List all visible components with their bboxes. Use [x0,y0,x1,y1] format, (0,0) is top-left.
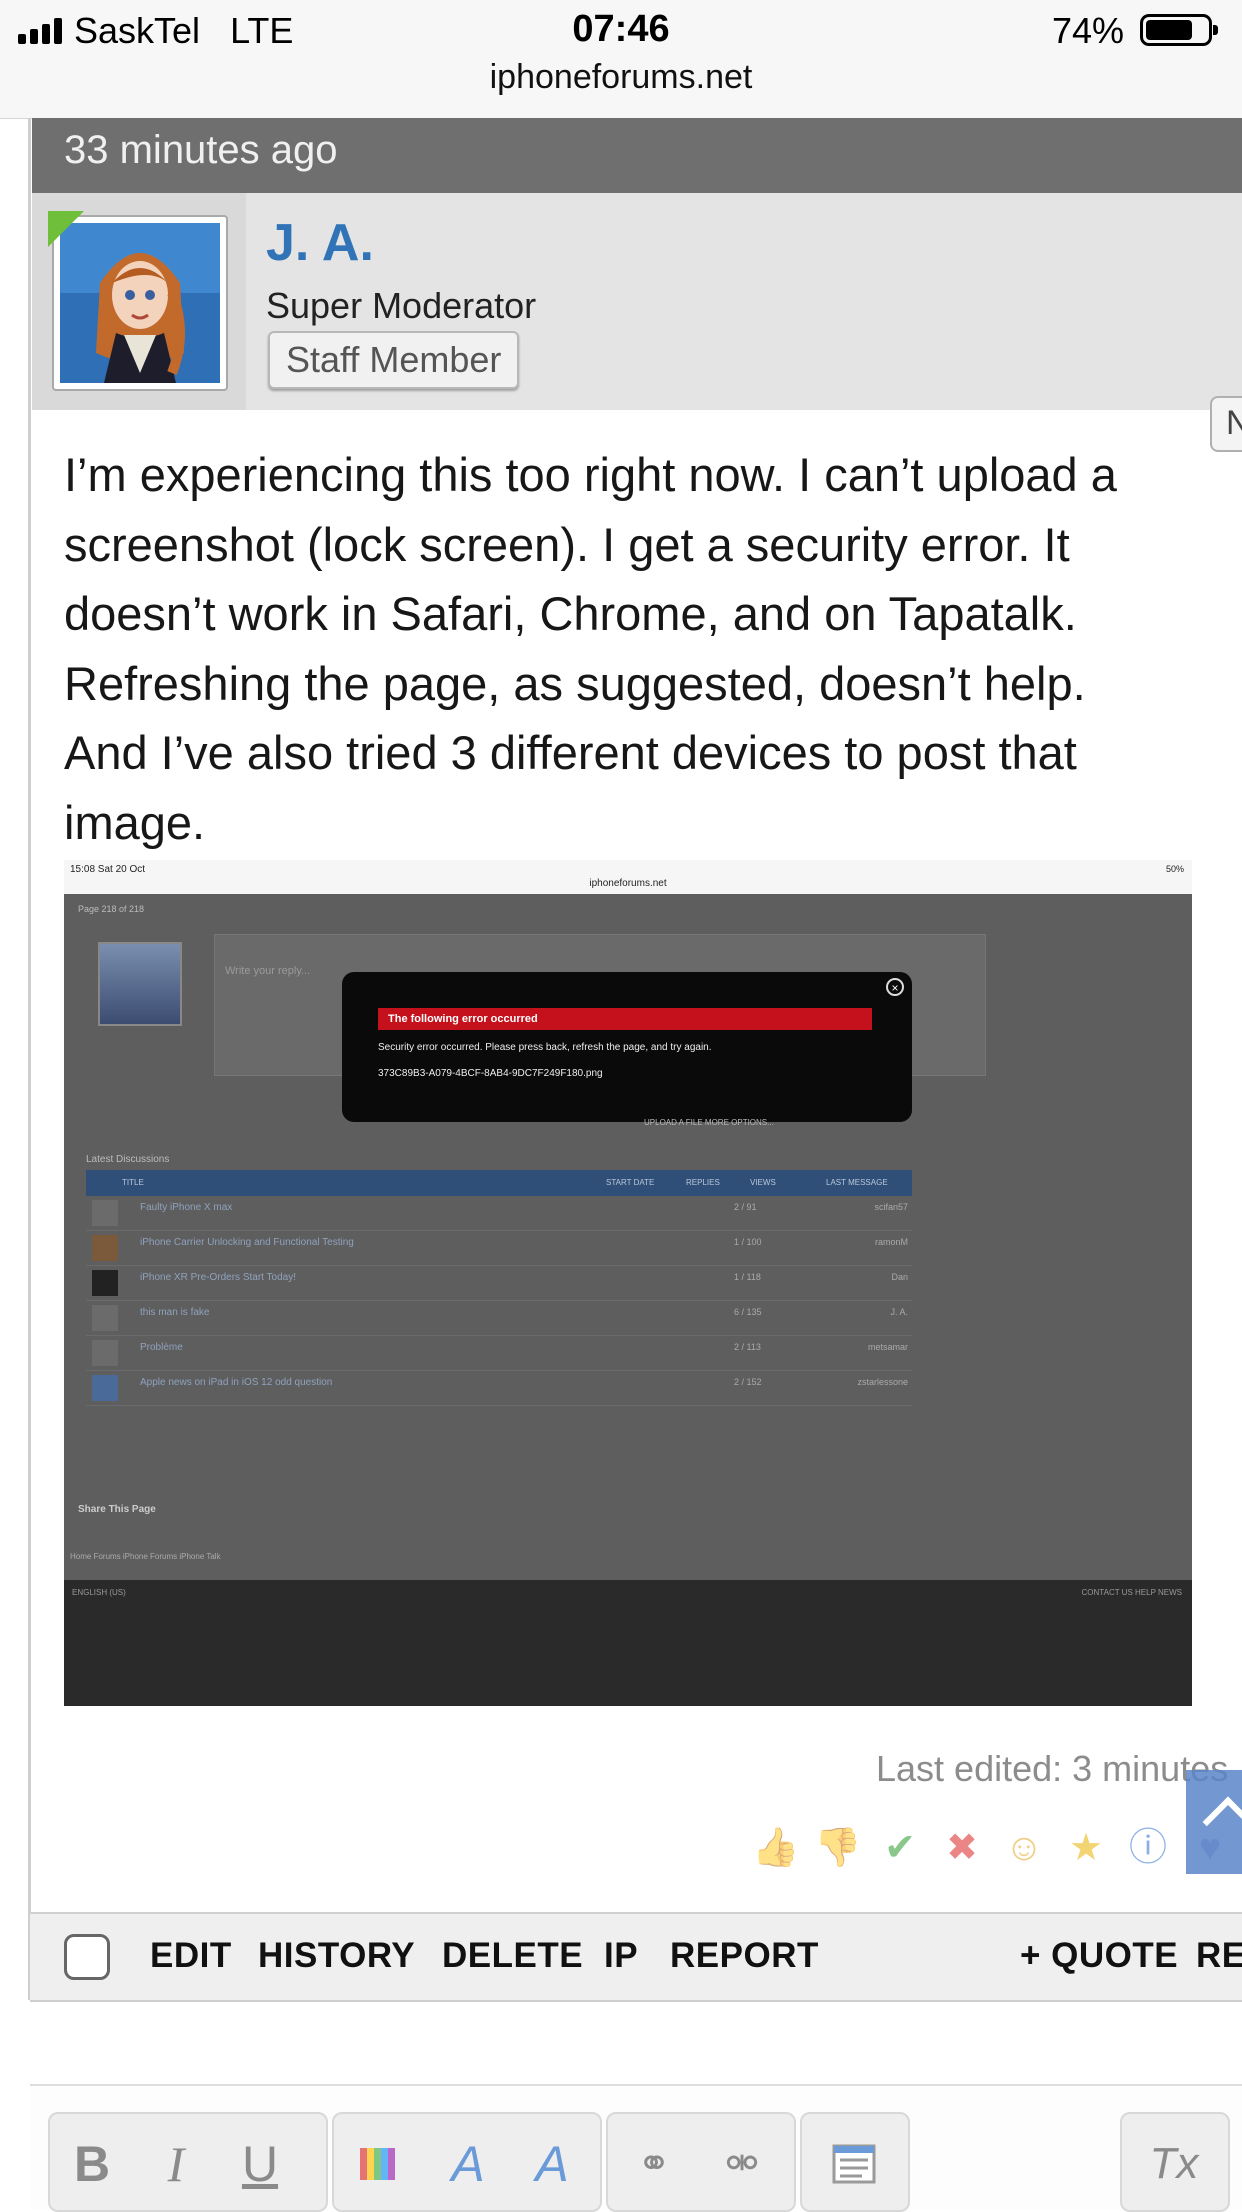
color-palette-icon[interactable] [348,2134,408,2194]
error-title: The following error occurred [378,1008,872,1030]
thumbs-up-icon[interactable]: 👍 [752,1824,800,1872]
staff-badge: Staff Member [268,331,520,389]
screenshot-status-bar: 15:08 Sat 20 Oct iphoneforums.net 50% [64,860,1192,894]
post-line: I’m experiencing this too right now. I c… [64,448,1117,501]
post-timestamp[interactable]: 33 minutes ago [64,128,338,173]
table-row: Apple news on iPad in iOS 12 odd questio… [86,1371,912,1406]
side-tab[interactable]: N [1210,396,1242,452]
error-filename: 373C89B3-A079-4BCF-8AB4-9DC7F249F180.png [378,1068,603,1079]
error-dialog: × The following error occurred Security … [342,972,912,1122]
history-link[interactable]: HISTORY [258,1936,415,1976]
select-post-checkbox[interactable] [64,1934,110,1980]
table-row: Faulty iPhone X max 2 / 91 scifan57 [86,1196,912,1231]
link-group: ⚭ ⚮ [606,2112,796,2212]
check-icon[interactable]: ✔ [876,1824,924,1872]
screenshot-avatar [98,942,182,1026]
error-message: Security error occurred. Please press ba… [378,1042,712,1053]
post-date-bar: 33 minutes ago [32,118,1242,193]
reaction-bar: 👍 👎 ✔ ✖ ☺ ★ ⓘ ♥ [752,1824,1234,1872]
table-row: Problème 2 / 113 metsamar [86,1336,912,1371]
unlink-icon[interactable]: ⚮ [712,2134,772,2194]
close-icon: × [886,978,904,996]
cross-icon[interactable]: ✖ [938,1824,986,1872]
italic-button[interactable]: I [146,2134,206,2194]
ip-link[interactable]: IP [604,1936,638,1976]
post-message: I’m experiencing this too right now. I c… [64,440,1214,857]
scroll-to-top-button[interactable] [1186,1770,1242,1874]
font-size-icon[interactable]: A [438,2134,498,2194]
star-icon[interactable]: ★ [1062,1824,1110,1872]
table-row: this man is fake 6 / 135 J. A. [86,1301,912,1336]
avatar-column [32,193,246,410]
post-line: doesn’t work in Safari, Chrome, and on T… [64,587,1077,640]
battery-icon [1140,14,1218,46]
online-indicator [48,211,84,247]
edit-link[interactable]: EDIT [150,1936,232,1976]
link-icon[interactable]: ⚭ [624,2134,684,2194]
insert-media-icon[interactable] [824,2134,884,2194]
media-group [800,2112,910,2212]
user-title: Super Moderator [266,285,537,326]
underline-button[interactable]: U [230,2134,290,2194]
ios-status-bar: SaskTel LTE 07:46 74% iphoneforums.net [0,0,1242,119]
post-line: And I’ve also tried 3 different devices … [64,726,1077,779]
post-left-border [28,118,31,2000]
post-line: screenshot (lock screen). I get a securi… [64,517,1070,571]
avatar-image [60,223,220,383]
table-row: iPhone XR Pre-Orders Start Today! 1 / 118… [86,1266,912,1301]
reply-editor-toolbar: B I U A A ⚭ ⚮ Tx [30,2084,1242,2212]
screenshot-page: Page 218 of 218 Write your reply... × Th… [64,894,1192,1706]
attached-screenshot[interactable]: 15:08 Sat 20 Oct iphoneforums.net 50% Pa… [64,860,1192,1706]
reply-link[interactable]: RE [1196,1936,1242,1976]
report-link[interactable]: REPORT [670,1936,819,1976]
post-line: image. [64,795,206,849]
username[interactable]: J. A. [266,213,374,273]
font-family-icon[interactable]: A [522,2134,582,2194]
info-icon[interactable]: ⓘ [1124,1824,1172,1872]
last-edited-note: Last edited: 3 minutes [876,1748,1229,1789]
thumbs-down-icon[interactable]: 👎 [814,1824,862,1872]
table-header: TITLE START DATE REPLIES VIEWS LAST MESS… [86,1170,912,1196]
battery-percent: 74% [1051,10,1124,51]
table-row: iPhone Carrier Unlocking and Functional … [86,1231,912,1266]
delete-link[interactable]: DELETE [442,1936,583,1976]
post-line: Refreshing the page, as suggested, doesn… [64,656,1086,710]
post-action-bar: EDIT HISTORY DELETE IP REPORT + QUOTE RE [30,1912,1242,2002]
screenshot-footer: ENGLISH (US) CONTACT US HELP NEWS [64,1580,1192,1706]
screenshot-discussions-table: TITLE START DATE REPLIES VIEWS LAST MESS… [86,1170,912,1406]
bold-button[interactable]: B [62,2134,122,2194]
smile-icon[interactable]: ☺ [1000,1824,1048,1872]
font-group: A A [332,2112,602,2212]
clear-group: Tx [1120,2112,1230,2212]
quote-link[interactable]: + QUOTE [1020,1936,1178,1976]
clear-format-button[interactable]: Tx [1144,2134,1204,2194]
text-style-group: B I U [48,2112,328,2212]
user-info-bar: J. A. Super Moderator Staff Member [32,193,1242,410]
address-bar[interactable]: iphoneforums.net [0,58,1242,97]
chevron-up-icon [1202,1796,1242,1848]
